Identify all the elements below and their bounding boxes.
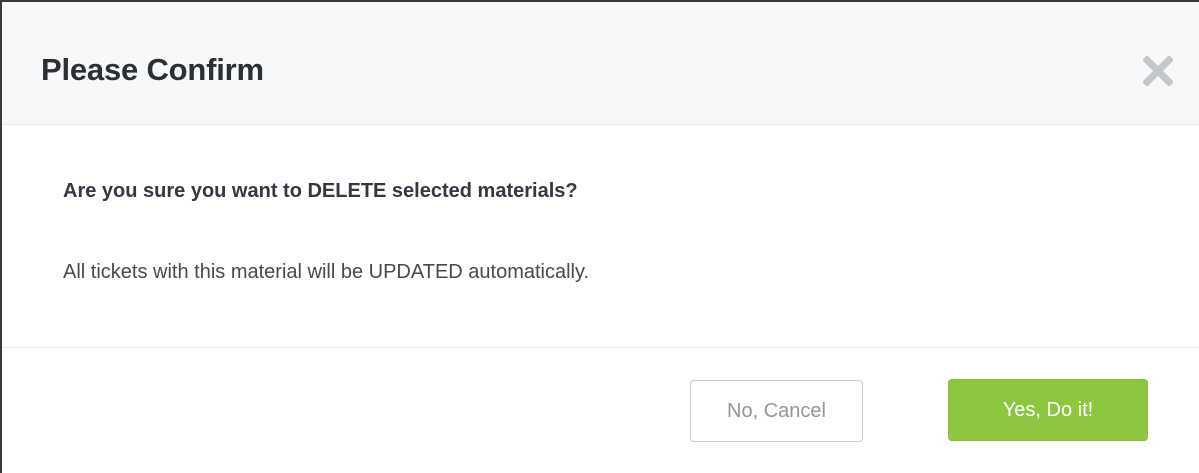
- dialog-body: Are you sure you want to DELETE selected…: [2, 125, 1199, 347]
- close-icon: [1143, 56, 1173, 86]
- dialog-header: Please Confirm: [2, 2, 1199, 125]
- confirm-question: Are you sure you want to DELETE selected…: [63, 180, 578, 202]
- confirm-button[interactable]: Yes, Do it!: [948, 379, 1148, 441]
- confirm-note: All tickets with this material will be U…: [63, 261, 590, 283]
- cancel-button[interactable]: No, Cancel: [690, 380, 863, 442]
- dialog-footer: No, Cancel Yes, Do it!: [2, 347, 1199, 473]
- confirm-dialog: Please Confirm Are you sure you want to …: [0, 0, 1199, 473]
- close-button[interactable]: [1143, 56, 1173, 86]
- dialog-title: Please Confirm: [41, 52, 264, 87]
